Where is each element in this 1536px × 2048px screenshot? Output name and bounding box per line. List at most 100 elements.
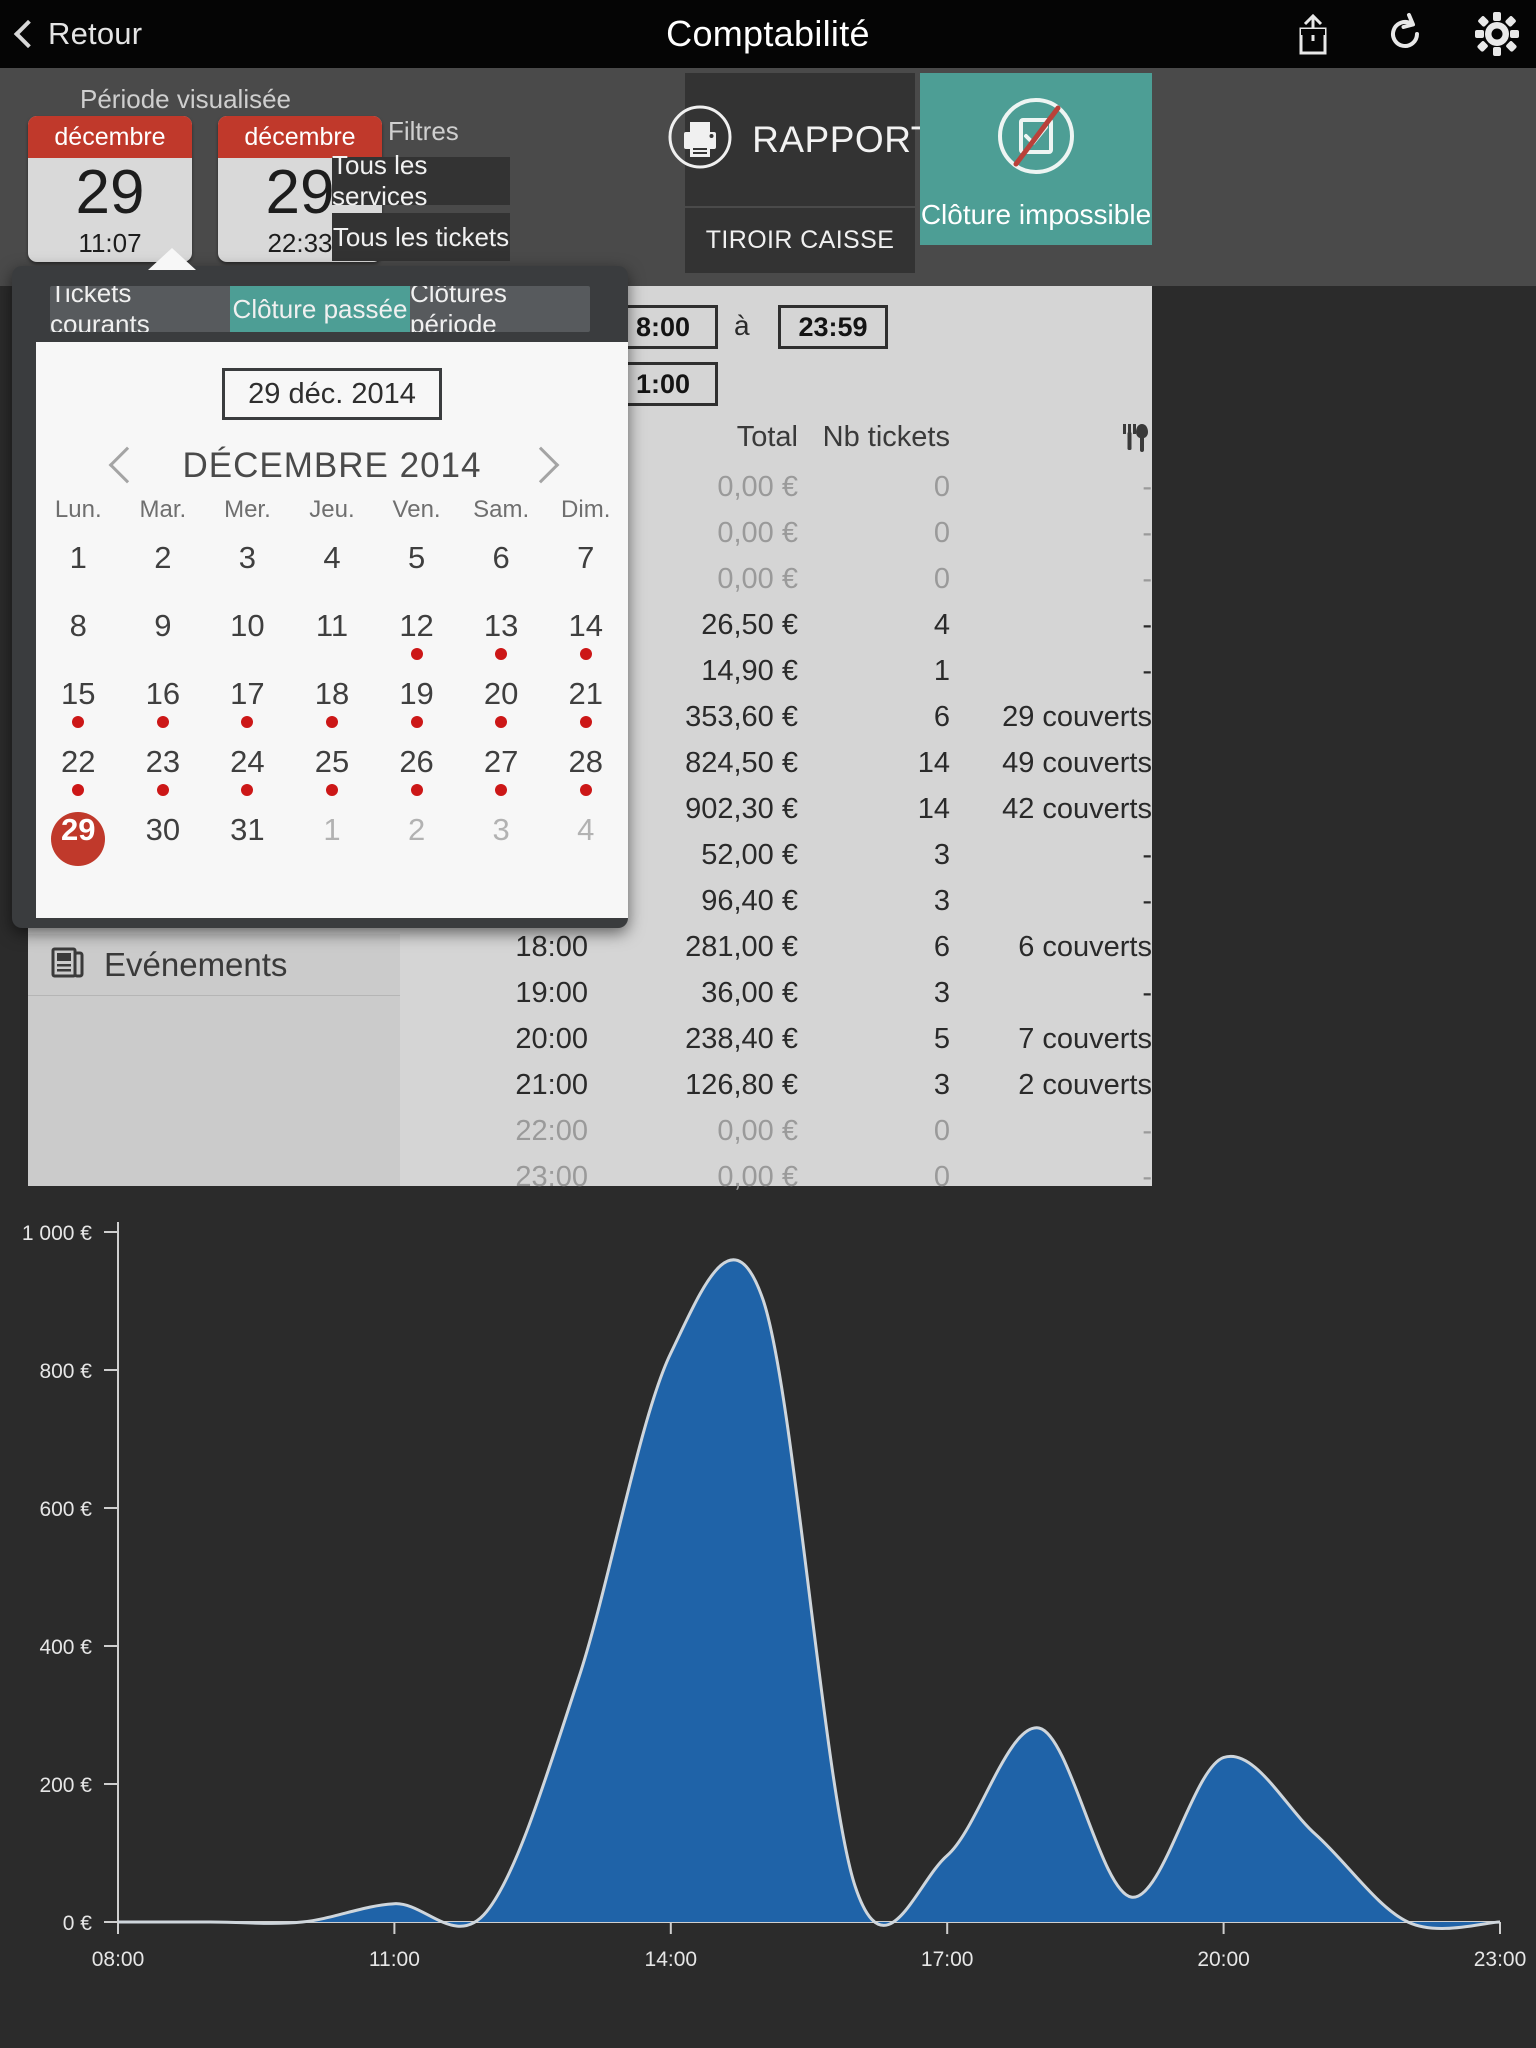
calendar-day-number: 1 <box>323 812 341 847</box>
cell-covers: 29 couverts <box>1002 700 1152 733</box>
calendar-day-activity-dot <box>579 648 592 660</box>
cell-total: 0,00 € <box>717 1114 798 1147</box>
table-row[interactable]: 18:00 281,00 € 6 6 couverts <box>428 924 1152 970</box>
calendar-day-cell[interactable]: 1 <box>36 538 121 606</box>
popover-tab-1[interactable]: Clôture passée <box>230 286 410 332</box>
calendar-day-cell[interactable]: 2 <box>121 538 206 606</box>
calendar-day-cell[interactable]: 13 <box>459 606 544 674</box>
calendar-day-cell[interactable]: 17 <box>205 674 290 742</box>
calendar-day-cell[interactable]: 27 <box>459 742 544 810</box>
cell-covers: 6 couverts <box>1018 930 1152 963</box>
closing-impossible-button[interactable]: Clôture impossible <box>920 73 1152 245</box>
cell-total: 126,80 € <box>685 1068 798 1101</box>
calendar-day-cell[interactable]: 28 <box>543 742 628 810</box>
closing-impossible-label: Clôture impossible <box>920 198 1152 230</box>
table-row[interactable]: 21:00 126,80 € 3 2 couverts <box>428 1062 1152 1108</box>
cell-nb-tickets: 0 <box>933 516 950 549</box>
cell-covers: - <box>1142 562 1152 595</box>
calendar-day-cell[interactable]: 8 <box>36 606 121 674</box>
chart-y-tick-label: 1 000 € <box>22 1222 92 1245</box>
cell-total: 902,30 € <box>685 792 798 825</box>
calendar-day-number: 6 <box>492 540 510 575</box>
calendar-day-number: 3 <box>492 812 510 847</box>
calendar-day-cell[interactable]: 18 <box>290 674 375 742</box>
back-button-label: Retour <box>48 16 143 51</box>
table-row[interactable]: 22:00 0,00 € 0 - <box>428 1108 1152 1154</box>
cell-covers: - <box>1142 470 1152 503</box>
date-card-start[interactable]: décembre 29 11:07 <box>28 116 192 262</box>
popover-arrow <box>148 248 196 270</box>
cell-covers: 7 couverts <box>1018 1022 1152 1055</box>
cell-nb-tickets: 3 <box>933 1068 950 1101</box>
cutlery-icon <box>984 420 1152 454</box>
cell-nb-tickets: 0 <box>933 470 950 503</box>
cell-total: 281,00 € <box>685 930 798 963</box>
calendar-day-cell[interactable]: 4 <box>543 810 628 878</box>
filter-services-button[interactable]: Tous les services <box>332 150 510 211</box>
cell-nb-tickets: 5 <box>933 1022 950 1055</box>
calendar-day-cell[interactable]: 19 <box>374 674 459 742</box>
cell-nb-tickets: 3 <box>933 838 950 871</box>
calendar-day-cell[interactable]: 20 <box>459 674 544 742</box>
events-section-header[interactable]: Evénements <box>28 934 400 996</box>
cell-covers: - <box>1142 608 1152 641</box>
report-button[interactable]: RAPPORT <box>668 73 933 206</box>
calendar-day-cell[interactable]: 24 <box>205 742 290 810</box>
calendar-day-cell[interactable]: 21 <box>543 674 628 742</box>
cash-drawer-button[interactable]: TIROIR CAISSE <box>685 208 915 273</box>
calendar-day-number: 29 <box>61 812 96 847</box>
popover-tab-2[interactable]: Clôtures période <box>410 286 590 332</box>
calendar-day-cell[interactable]: 25 <box>290 742 375 810</box>
calendar-day-number: 22 <box>61 744 96 779</box>
calendar-day-cell[interactable]: 29 <box>36 810 121 878</box>
calendar-weekday-row: Lun. Mar. Mer. Jeu. Ven. Sam. Dim. <box>36 496 628 524</box>
cell-total: 0,00 € <box>717 562 798 595</box>
calendar-day-number: 15 <box>61 676 96 711</box>
calendar-day-cell[interactable]: 22 <box>36 742 121 810</box>
calendar-day-cell[interactable]: 23 <box>121 742 206 810</box>
filter-tickets-button[interactable]: Tous les tickets <box>332 213 510 261</box>
calendar-day-number: 21 <box>568 676 603 711</box>
calendar-day-cell[interactable]: 26 <box>374 742 459 810</box>
calendar-day-cell[interactable]: 14 <box>543 606 628 674</box>
revenue-area-chart: 0 € 200 € 400 € 600 € 800 € 1 000 € 08:00 11:00… <box>0 1192 1536 2048</box>
calendar-day-cell[interactable]: 9 <box>121 606 206 674</box>
calendar-day-cell[interactable]: 5 <box>374 538 459 606</box>
back-button[interactable]: Retour <box>13 16 143 52</box>
calendar-day-cell[interactable]: 11 <box>290 606 375 674</box>
table-row[interactable]: 20:00 238,40 € 5 7 couverts <box>428 1016 1152 1062</box>
popover-tab-bar: Tickets courants Clôture passée Clôtures p… <box>50 286 590 332</box>
chart-y-tick-label: 400 € <box>39 1636 92 1659</box>
calendar-day-cell[interactable]: 12 <box>374 606 459 674</box>
calendar-day-number: 18 <box>314 676 350 711</box>
refresh-icon[interactable] <box>1382 11 1428 57</box>
table-row[interactable]: 19:00 36,00 € 3 - <box>428 970 1152 1016</box>
calendar-day-cell[interactable]: 7 <box>543 538 628 606</box>
calendar-day-cell[interactable]: 15 <box>36 674 121 742</box>
selected-date-field[interactable]: 29 déc. 2014 <box>222 368 442 420</box>
calendar-day-cell[interactable]: 10 <box>205 606 290 674</box>
calendar-day-number: 4 <box>577 812 595 847</box>
calendar-day-cell[interactable]: 30 <box>121 810 206 878</box>
calendar-day-cell[interactable]: 3 <box>459 810 544 878</box>
calendar-day-activity-dot <box>241 716 254 728</box>
calendar-day-cell[interactable]: 4 <box>290 538 375 606</box>
share-icon[interactable] <box>1290 11 1336 57</box>
calendar-day-cell[interactable]: 6 <box>459 538 544 606</box>
cell-hour: 22:00 <box>515 1114 588 1147</box>
calendar-day-number: 13 <box>483 608 519 643</box>
calendar-day-number: 23 <box>145 744 181 779</box>
cell-total: 0,00 € <box>717 470 798 503</box>
time-to-input[interactable]: 23:59 <box>778 305 888 349</box>
cell-covers: - <box>1142 1160 1152 1193</box>
calendar-day-number: 17 <box>230 676 265 711</box>
calendar-day-cell[interactable]: 31 <box>205 810 290 878</box>
calendar-day-cell[interactable]: 3 <box>205 538 290 606</box>
calendar-day-cell[interactable]: 1 <box>290 810 375 878</box>
cell-hour: 19:00 <box>515 976 588 1009</box>
calendar-day-cell[interactable]: 2 <box>374 810 459 878</box>
gear-icon[interactable] <box>1474 11 1520 57</box>
calendar-day-cell[interactable]: 16 <box>121 674 206 742</box>
calendar-day-number: 9 <box>154 608 172 643</box>
popover-tab-0[interactable]: Tickets courants <box>50 286 230 332</box>
